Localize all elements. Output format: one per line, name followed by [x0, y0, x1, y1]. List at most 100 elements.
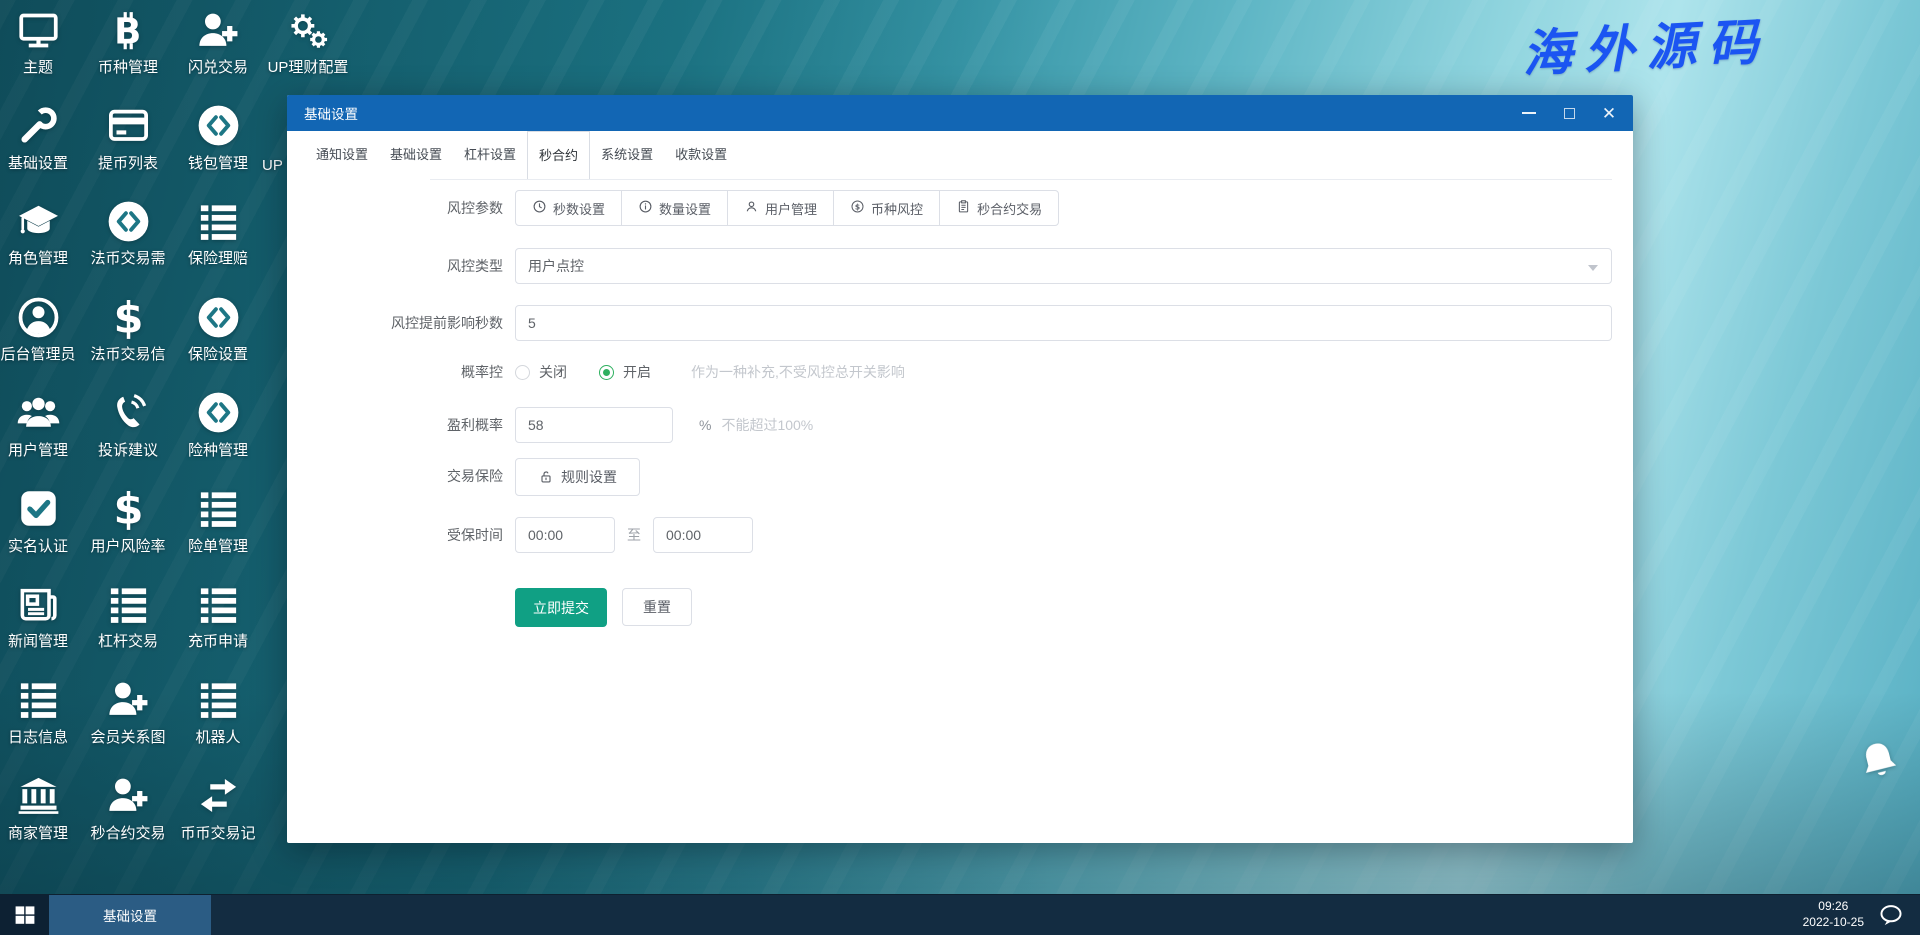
- close-button[interactable]: ✕: [1589, 95, 1629, 131]
- desktop-icon-label: 险种管理: [187, 441, 248, 459]
- tab-5[interactable]: 收款设置: [664, 131, 738, 179]
- risk-params-label: 风控参数: [447, 200, 503, 216]
- desktop-icon-label: 保险理赔: [187, 250, 248, 268]
- clock-time: 09:26: [1818, 899, 1849, 914]
- risk-type-select[interactable]: 用户点控: [515, 248, 1612, 284]
- settings-window: 基础设置 ✕ 通知设置 基础设置 杠杆设置 秒合约 系统设置 收款设置 风控参数 秒数设置…: [287, 95, 1633, 843]
- radio-circle-icon: [515, 364, 530, 380]
- coin-logo-icon: [158, 291, 278, 343]
- taskbar-app-item[interactable]: 基础设置: [49, 895, 211, 935]
- list-icon: [158, 483, 278, 535]
- 用户管理-button[interactable]: 用户管理: [727, 190, 835, 226]
- insured-time-to-input[interactable]: [653, 517, 753, 553]
- trade-insurance-label: 交易保险: [447, 468, 503, 484]
- info-icon: [638, 199, 653, 217]
- maximize-button[interactable]: [1549, 95, 1589, 131]
- 秒合约交易-button[interactable]: 秒合约交易: [939, 190, 1060, 226]
- svg-text:$: $: [113, 486, 143, 531]
- coin-logo-icon: [158, 387, 278, 439]
- start-button[interactable]: [0, 895, 49, 935]
- minimize-button[interactable]: [1509, 95, 1549, 131]
- desktop-icon-list[interactable]: 保险理赔: [158, 195, 278, 268]
- profit-probability-row: 盈利概率 % 不能超过100%: [287, 407, 1612, 443]
- clipboard-icon: [956, 199, 971, 217]
- svg-text:B: B: [114, 11, 141, 52]
- list-icon: [158, 195, 278, 247]
- submit-button[interactable]: 立即提交: [515, 588, 607, 627]
- probability-row: 概率控 关闭 开启 作为一种补充,不受风控总开关影响: [287, 354, 1612, 390]
- desktop-icon-gears[interactable]: UP理财配置: [248, 4, 368, 77]
- probability-label: 概率控: [461, 364, 503, 380]
- risk-params-button-group: 秒数设置 数量设置 用户管理 $ 币种风控 秒合约交易: [515, 190, 1060, 226]
- swap-icon: [158, 770, 278, 822]
- svg-text:$: $: [113, 295, 143, 340]
- desktop-icon-list[interactable]: 险单管理: [158, 483, 278, 556]
- lock-open-icon: [538, 469, 554, 485]
- rule-settings-label: 规则设置: [561, 469, 617, 485]
- user-icon: [744, 199, 759, 217]
- form-actions-row: 立即提交 重置: [287, 588, 1612, 627]
- 币种风控-button[interactable]: $ 币种风控: [833, 190, 941, 226]
- risk-type-value: 用户点控: [528, 258, 584, 274]
- desktop-icon-label: 险单管理: [187, 537, 248, 555]
- time-separator: 至: [627, 527, 641, 543]
- gears-icon: [248, 4, 368, 56]
- rule-settings-button[interactable]: 规则设置: [515, 458, 640, 496]
- tab-0[interactable]: 通知设置: [305, 131, 379, 179]
- profit-probability-label: 盈利概率: [447, 417, 503, 433]
- window-title: 基础设置: [304, 107, 358, 122]
- profit-probability-input[interactable]: [515, 407, 673, 443]
- tab-4[interactable]: 系统设置: [590, 131, 664, 179]
- settings-tabs: 通知设置 基础设置 杠杆设置 秒合约 系统设置 收款设置: [287, 131, 1633, 179]
- chat-bubble-icon[interactable]: [1878, 902, 1904, 928]
- coin-logo-icon: [158, 100, 278, 152]
- 秒数设置-button[interactable]: 秒数设置: [515, 190, 623, 226]
- tab-2[interactable]: 杠杆设置: [453, 131, 527, 179]
- desktop-icon-coin-logo[interactable]: 险种管理: [158, 387, 278, 460]
- risk-type-row: 风控类型 用户点控: [287, 248, 1612, 284]
- advance-seconds-row: 风控提前影响秒数: [287, 305, 1612, 341]
- risk-params-row: 风控参数 秒数设置 数量设置 用户管理 $ 币种风控 秒合约交易: [287, 190, 1612, 226]
- radio-on[interactable]: 开启: [599, 354, 651, 390]
- radio-off-label: 关闭: [539, 364, 567, 380]
- insured-time-from-input[interactable]: [515, 517, 615, 553]
- radio-circle-icon: [599, 364, 614, 380]
- desktop-icon-label: 保险设置: [187, 346, 248, 364]
- close-icon: ✕: [1601, 103, 1617, 123]
- advance-seconds-label: 风控提前影响秒数: [391, 315, 503, 331]
- desktop-icon-label: 币币交易记: [180, 824, 256, 842]
- desktop-icon-swap[interactable]: 币币交易记: [158, 770, 278, 843]
- desktop-icon-label: UP理财配置: [267, 59, 349, 76]
- tab-3[interactable]: 秒合约: [527, 131, 591, 179]
- clock-date: 2022-10-25: [1802, 915, 1864, 929]
- svg-text:$: $: [855, 202, 860, 211]
- desktop-icon-coin-logo[interactable]: 钱包管理: [158, 100, 278, 173]
- list-icon: [158, 674, 278, 726]
- tab-divider: [430, 179, 1612, 180]
- insured-time-label: 受保时间: [447, 527, 503, 543]
- percent-unit: %: [699, 417, 712, 433]
- minimize-icon: [1522, 112, 1536, 114]
- window-titlebar[interactable]: 基础设置 ✕: [287, 95, 1633, 131]
- partially-hidden-icon-label: UP: [262, 157, 283, 174]
- reset-button[interactable]: 重置: [622, 588, 692, 626]
- desktop-icon-label: 充币申请: [187, 633, 248, 651]
- chevron-down-icon: [1588, 265, 1598, 271]
- taskbar-clock: 09:26 2022-10-25: [1803, 899, 1864, 930]
- desktop: 海外源码 主题 B 币种管理 闪兑交易 UP理财配置 基础设置 提币列表 钱包管理 角色管理 法币…: [0, 0, 1920, 935]
- desktop-icon-label: 钱包管理: [187, 154, 248, 172]
- maximize-icon: [1563, 107, 1575, 119]
- desktop-icon-list[interactable]: 充币申请: [158, 578, 278, 651]
- radio-off[interactable]: 关闭: [515, 354, 567, 390]
- desktop-icon-list[interactable]: 机器人: [158, 674, 278, 747]
- desktop-icon-coin-logo[interactable]: 保险设置: [158, 291, 278, 364]
- probability-hint: 作为一种补充,不受风控总开关影响: [691, 364, 905, 380]
- radio-on-label: 开启: [623, 364, 651, 380]
- 数量设置-button[interactable]: 数量设置: [621, 190, 729, 226]
- advance-seconds-input[interactable]: [515, 305, 1612, 341]
- desktop-icon-label: 机器人: [195, 728, 241, 746]
- taskbar: 基础设置 09:26 2022-10-25: [0, 894, 1920, 935]
- tab-1[interactable]: 基础设置: [379, 131, 453, 179]
- clock-icon: [532, 199, 547, 217]
- profit-hint: 不能超过100%: [721, 417, 814, 433]
